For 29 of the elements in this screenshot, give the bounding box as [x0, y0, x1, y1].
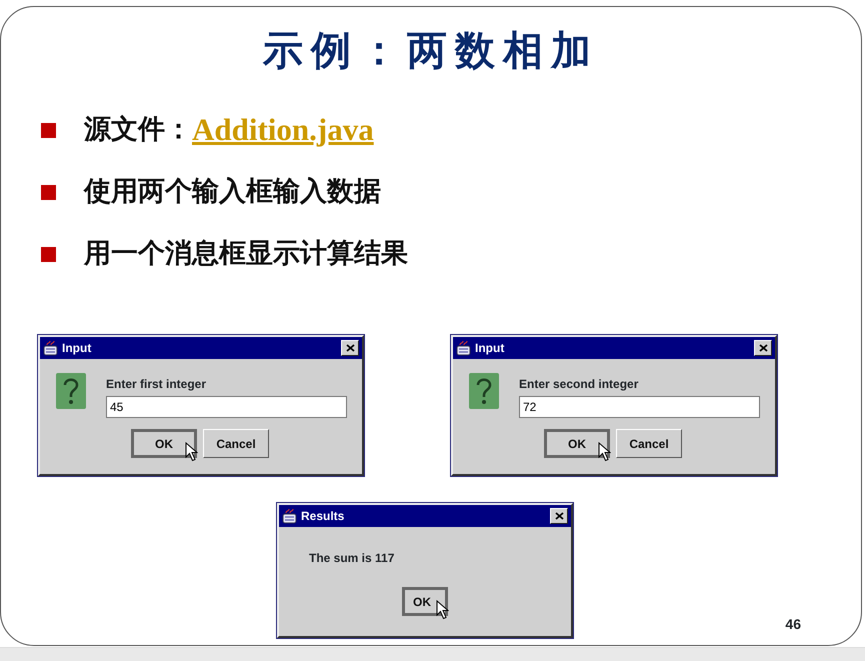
- bullet-text: 使用两个输入框输入数据: [84, 174, 381, 209]
- dialog-title: Input: [62, 340, 92, 357]
- bullet-icon: [41, 122, 56, 138]
- close-button[interactable]: [754, 340, 772, 356]
- question-icon: [469, 373, 499, 409]
- dialog-title: Results: [301, 508, 346, 525]
- prompt-text: Enter first integer: [106, 376, 208, 393]
- close-button[interactable]: [341, 340, 359, 356]
- dialog-button[interactable]: Cancel: [203, 429, 269, 458]
- dialog-button[interactable]: Cancel: [616, 429, 682, 458]
- input-field[interactable]: 72: [519, 396, 760, 418]
- bullet-icon: [41, 246, 56, 262]
- input-field[interactable]: 45: [106, 396, 347, 418]
- dialog-button[interactable]: OK: [131, 429, 197, 458]
- page-number: 46: [785, 615, 801, 634]
- dialog-button[interactable]: OK: [544, 429, 610, 458]
- message-text: The sum is 117: [308, 550, 396, 567]
- close-button[interactable]: [550, 508, 568, 524]
- prompt-text: Enter second integer: [519, 376, 640, 393]
- bullet-text: 用一个消息框显示计算结果: [84, 236, 408, 271]
- close-icon: [554, 512, 564, 520]
- bullet-text: 源文件：: [84, 112, 192, 147]
- slide-title: 示例：两数相加: [262, 26, 600, 76]
- close-icon: [758, 344, 768, 352]
- bullet-icon: [41, 184, 56, 200]
- dialog-button[interactable]: OK: [402, 587, 448, 616]
- question-icon: [56, 373, 86, 409]
- dialog-title: Input: [475, 340, 506, 357]
- close-icon: [346, 344, 354, 352]
